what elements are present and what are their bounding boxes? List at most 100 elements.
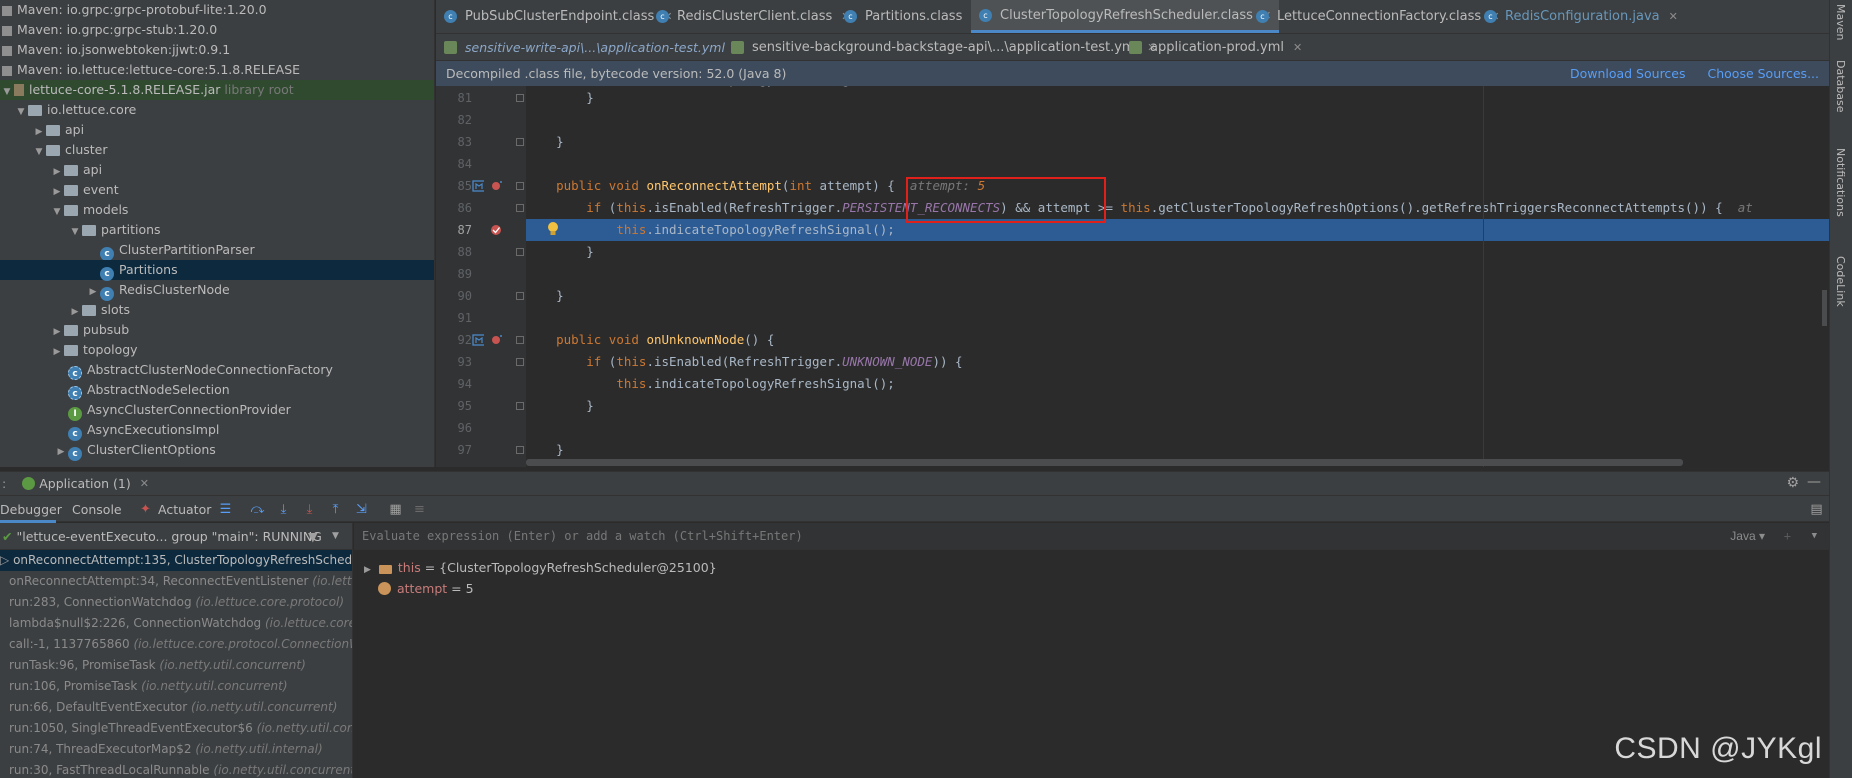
breakpoint-lambda-icon[interactable]: [490, 334, 502, 346]
stack-frame[interactable]: onReconnectAttempt:34, ReconnectEventLis…: [0, 571, 352, 592]
add-watch-icon[interactable]: +: [1784, 523, 1791, 550]
chevron-down-icon[interactable]: ▼: [32, 142, 46, 162]
database-tool-button[interactable]: Database: [1834, 60, 1847, 113]
chevron-right-icon[interactable]: ▶: [32, 122, 46, 142]
tab-console[interactable]: Console: [72, 496, 122, 523]
tree-item[interactable]: c AbstractClusterNodeConnectionFactory: [0, 360, 434, 380]
vertical-scrollbar-thumb[interactable]: [1822, 290, 1827, 326]
tree-item[interactable]: ▶ c ClusterClientOptions: [0, 440, 434, 462]
breakpoint-hit-icon[interactable]: [490, 224, 502, 236]
chevron-down-icon[interactable]: ▼: [1812, 523, 1817, 550]
fold-marker-icon[interactable]: [516, 248, 524, 256]
stack-frame[interactable]: call:-1, 1137765860 (io.lettuce.core.pro…: [0, 634, 352, 655]
fold-marker-icon[interactable]: [516, 204, 524, 212]
tab-debugger[interactable]: Debugger: [0, 496, 62, 523]
tree-item[interactable]: ▶ api: [0, 120, 434, 140]
download-sources-link[interactable]: Download Sources: [1570, 66, 1686, 81]
tree-item[interactable]: ▶ event: [0, 180, 434, 200]
evaluate-expression-icon[interactable]: ▦: [388, 502, 403, 517]
tree-item[interactable]: ▼ io.lettuce.core: [0, 100, 434, 120]
tab-application-test-yml[interactable]: sensitive-write-api\...\application-test…: [436, 34, 751, 60]
gear-icon[interactable]: ⚙: [1786, 475, 1799, 491]
stack-frame[interactable]: run:74, ThreadExecutorMap$2 (io.netty.ut…: [0, 739, 352, 760]
choose-sources-link[interactable]: Choose Sources...: [1708, 66, 1820, 81]
lightbulb-icon[interactable]: [546, 221, 560, 237]
language-selector[interactable]: Java ▾: [1730, 523, 1765, 550]
chevron-down-icon[interactable]: ▼: [68, 222, 82, 242]
stack-frame[interactable]: run:283, ConnectionWatchdog (io.lettuce.…: [0, 592, 352, 613]
tab-redis-configuration[interactable]: c RedisConfiguration.java ✕: [1476, 0, 1686, 33]
stack-frame-current[interactable]: ▷ onReconnectAttempt:135, ClusterTopolog…: [0, 550, 352, 571]
step-out-icon[interactable]: ⤒: [328, 502, 343, 517]
thread-selector[interactable]: ✔ "lettuce-eventExecuto... group "main":…: [0, 523, 352, 550]
variable-row-attempt[interactable]: attempt = 5: [354, 578, 1829, 599]
tree-item[interactable]: ▶ api: [0, 160, 434, 180]
step-into-icon[interactable]: ⤓: [276, 502, 291, 517]
tree-item[interactable]: ▼ cluster: [0, 140, 434, 160]
tree-item[interactable]: ▶ topology: [0, 340, 434, 360]
stack-frame[interactable]: run:66, DefaultEventExecutor (io.netty.u…: [0, 697, 352, 718]
variable-row-this[interactable]: ▶ this = {ClusterTopologyRefreshSchedule…: [354, 557, 1829, 578]
tree-item-selected[interactable]: c Partitions: [0, 260, 434, 281]
implements-method-icon[interactable]: [472, 334, 484, 346]
stack-frame[interactable]: run:106, PromiseTask (io.netty.util.conc…: [0, 676, 352, 697]
tree-item[interactable]: ▼ models: [0, 200, 434, 220]
chevron-down-icon[interactable]: ▼: [332, 523, 339, 550]
stack-frame[interactable]: run:1050, SingleThreadEventExecutor$6 (i…: [0, 718, 352, 739]
tree-item[interactable]: Maven: io.grpc:grpc-stub:1.20.0: [0, 20, 434, 40]
hamburger-menu-icon[interactable]: ☰: [218, 502, 233, 517]
notifications-tool-button[interactable]: Notifications: [1834, 148, 1847, 217]
chevron-right-icon[interactable]: ▶: [50, 342, 64, 362]
tree-item-jar[interactable]: ▼ lettuce-core-5.1.8.RELEASE.jar library …: [0, 80, 434, 100]
chevron-right-icon[interactable]: ▶: [50, 162, 64, 182]
evaluate-expression-input[interactable]: Evaluate expression (Enter) or add a wat…: [354, 523, 1829, 550]
stack-frame[interactable]: runTask:96, PromiseTask (io.netty.util.c…: [0, 655, 352, 676]
fold-marker-icon[interactable]: [516, 94, 524, 102]
fold-marker-icon[interactable]: [516, 402, 524, 410]
force-step-into-icon[interactable]: ⤓: [302, 502, 317, 517]
stack-frame[interactable]: lambda$null$2:226, ConnectionWatchdog (i…: [0, 613, 352, 634]
tree-item[interactable]: c AbstractNodeSelection: [0, 380, 434, 400]
tab-partitions[interactable]: cPartitions.class✕: [836, 0, 989, 33]
chevron-right-icon[interactable]: ▶: [54, 442, 68, 462]
tree-item[interactable]: Maven: io.grpc:grpc-protobuf-lite:1.20.0: [0, 0, 434, 20]
tab-pubsub-cluster-endpoint[interactable]: cPubSubClusterEndpoint.class✕: [436, 0, 680, 33]
tab-cluster-topology-refresh-scheduler[interactable]: cClusterTopologyRefreshScheduler.class✕: [971, 0, 1280, 33]
fold-marker-icon[interactable]: [516, 446, 524, 454]
chevron-right-icon[interactable]: ▶: [364, 565, 371, 575]
tab-actuator[interactable]: Actuator: [158, 496, 211, 523]
tree-item[interactable]: ▶ pubsub: [0, 320, 434, 340]
tree-item[interactable]: I AsyncClusterConnectionProvider: [0, 400, 434, 421]
tree-item[interactable]: ▼ partitions: [0, 220, 434, 240]
tab-redis-cluster-client[interactable]: cRedisClusterClient.class✕: [648, 0, 858, 33]
tree-item[interactable]: ▶ slots: [0, 300, 434, 320]
implements-method-icon[interactable]: [472, 180, 484, 192]
tree-item[interactable]: Maven: io.jsonwebtoken:jjwt:0.9.1: [0, 40, 434, 60]
close-icon[interactable]: ✕: [140, 477, 149, 490]
maven-tool-button[interactable]: Maven: [1834, 4, 1847, 40]
run-to-cursor-icon[interactable]: ⇲: [354, 502, 369, 517]
layout-icon[interactable]: ▤: [1809, 502, 1824, 517]
codelink-tool-button[interactable]: CodeLink: [1834, 256, 1847, 307]
fold-marker-icon[interactable]: [516, 182, 524, 190]
step-over-icon[interactable]: ⤼: [250, 502, 265, 517]
tab-application-prod-yml[interactable]: application-prod.yml ✕: [1121, 34, 1310, 60]
fold-marker-icon[interactable]: [516, 138, 524, 146]
tree-item[interactable]: c AsyncExecutionsImpl: [0, 420, 434, 441]
horizontal-scrollbar[interactable]: [526, 459, 1683, 466]
fold-marker-icon[interactable]: [516, 292, 524, 300]
tree-item[interactable]: ▶ c RedisClusterNode: [0, 280, 434, 301]
code-editor[interactable]: 81 82 83 84 85 86 87 88 89 90 91 92 93 9…: [436, 86, 1829, 467]
close-icon[interactable]: ✕: [1293, 41, 1302, 54]
tab-lettuce-connection-factory[interactable]: cLettuceConnectionFactory.class✕: [1248, 0, 1507, 33]
tab-backstage-application-test-yml[interactable]: sensitive-background-backstage-api\...\a…: [723, 34, 1164, 60]
chevron-right-icon[interactable]: ▶: [50, 322, 64, 342]
chevron-down-icon[interactable]: ▼: [50, 202, 64, 222]
fold-marker-icon[interactable]: [516, 336, 524, 344]
stack-frame[interactable]: run:30, FastThreadLocalRunnable (io.nett…: [0, 760, 352, 778]
close-icon[interactable]: ✕: [1669, 10, 1678, 23]
chevron-down-icon[interactable]: ▼: [0, 82, 14, 102]
tree-item[interactable]: c ClusterPartitionParser: [0, 240, 434, 261]
chevron-right-icon[interactable]: ▶: [68, 302, 82, 322]
minimize-icon[interactable]: —: [1807, 474, 1821, 490]
